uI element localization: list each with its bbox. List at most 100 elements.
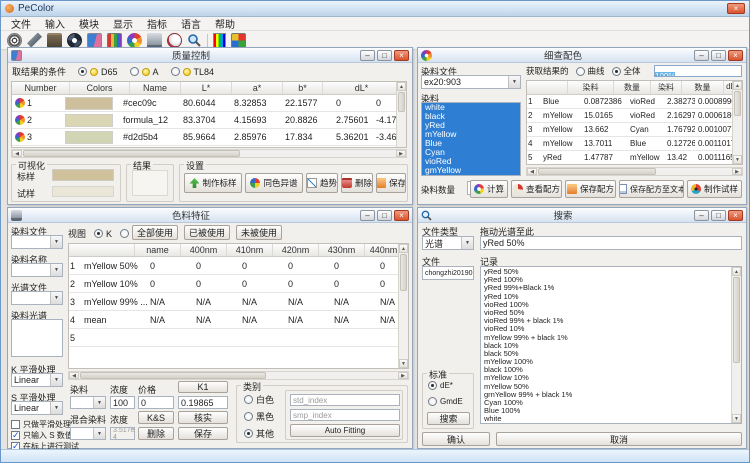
dye-file-select[interactable]: ▼: [11, 235, 63, 249]
menu-item[interactable]: 输入: [38, 16, 72, 31]
confirm-button[interactable]: 确认: [422, 432, 490, 446]
menu-item[interactable]: 显示: [106, 16, 140, 31]
column-header[interactable]: [527, 81, 568, 94]
other-radio[interactable]: 其他: [244, 427, 274, 440]
verify-button[interactable]: 核实: [178, 411, 228, 424]
calculate-button[interactable]: 计算: [470, 180, 508, 198]
column-header[interactable]: Number: [12, 82, 70, 94]
close-button[interactable]: ×: [727, 3, 745, 14]
colorant-table-row[interactable]: 2mYellow 10%00 0000: [69, 275, 408, 293]
stamp-icon[interactable]: [147, 33, 162, 48]
illuminant-a-radio[interactable]: A: [130, 67, 159, 77]
illuminant-d65-radio[interactable]: D65: [78, 67, 118, 77]
vertical-scrollbar[interactable]: ▲▼: [398, 244, 408, 368]
colorant-table-row[interactable]: 3mYellow 99% ...N/AN/A N/AN/AN/AN/A: [69, 293, 408, 311]
record-list-item[interactable]: black 10%: [481, 342, 741, 350]
maximize-icon[interactable]: □: [377, 50, 392, 61]
column-header[interactable]: name: [135, 244, 181, 256]
concentration-input[interactable]: 100: [110, 396, 135, 409]
menu-item[interactable]: 模块: [72, 16, 106, 31]
make-sample-button[interactable]: 制作试样: [687, 180, 742, 198]
column-header[interactable]: 430nm: [319, 244, 365, 256]
metamerism-button[interactable]: 同色异谱: [245, 173, 303, 193]
column-header[interactable]: L*: [181, 82, 232, 94]
column-header[interactable]: 410nm: [227, 244, 273, 256]
save-formula-text-button[interactable]: 保存配方至文本: [619, 180, 684, 198]
k-radio[interactable]: K: [94, 229, 112, 239]
colorant-table-row[interactable]: 5: [69, 329, 408, 347]
column-header[interactable]: a*: [232, 82, 283, 94]
match-table-row[interactable]: 3mYellow13.662 Cyan1.767920.00100772: [527, 123, 742, 137]
save-button[interactable]: 保存: [376, 173, 406, 193]
maximize-icon[interactable]: □: [377, 210, 392, 221]
colorant-table-row[interactable]: 1mYellow 50%00 0000: [69, 257, 408, 275]
column-header[interactable]: 420nm: [273, 244, 319, 256]
smp-index-input[interactable]: smp_index: [290, 409, 400, 421]
file-select[interactable]: chongzhi20190▼: [422, 266, 474, 280]
k1-value-input[interactable]: 0.19865: [178, 396, 228, 409]
s-only-checkbox[interactable]: 只输入 S 数值: [11, 430, 73, 441]
record-list-item[interactable]: yRed 99%+Black 1%: [481, 284, 741, 292]
match-table-row[interactable]: 5yRed1.47787 mYellow13.420.00111653: [527, 151, 742, 165]
match-table-row[interactable]: 1Blue0.0872386 vioRed2.382730.000899016: [527, 95, 742, 109]
search-icon[interactable]: [187, 33, 202, 48]
black-radio[interactable]: 黑色: [244, 410, 274, 423]
dye-select[interactable]: ▼: [70, 396, 106, 409]
cancel-button[interactable]: 取消: [496, 432, 742, 446]
view-formula-button[interactable]: 查看配方: [511, 180, 562, 198]
column-header[interactable]: Name: [130, 82, 181, 94]
vertical-scrollbar[interactable]: ▲: [396, 82, 406, 147]
ks-button[interactable]: K&S: [138, 411, 174, 424]
color-table-icon[interactable]: [107, 33, 122, 48]
spectrum-file-select[interactable]: ▼: [11, 291, 63, 305]
smooth-only-checkbox[interactable]: 只做平滑处理: [11, 419, 71, 430]
record-list-item[interactable]: mYellow 99% + black 1%: [481, 334, 741, 342]
vertical-scrollbar[interactable]: ▲▼: [731, 267, 741, 423]
dye-name-select[interactable]: ▼: [11, 263, 63, 277]
illuminant-tl84-radio[interactable]: TL84: [171, 67, 215, 77]
use-all-button[interactable]: 全部使用: [132, 225, 178, 240]
curve-radio[interactable]: 曲线: [576, 65, 605, 77]
target-icon[interactable]: [7, 33, 22, 48]
record-list-item[interactable]: Cyan 100%: [481, 399, 741, 407]
delete-button[interactable]: 删除: [138, 427, 174, 440]
trend-button[interactable]: 趋势: [306, 173, 338, 193]
unused-button[interactable]: 未被使用: [236, 225, 282, 240]
folder-icon[interactable]: [47, 33, 62, 48]
gauge-icon[interactable]: [167, 33, 182, 48]
save-button[interactable]: 保存: [178, 427, 228, 440]
mixed-dye-select[interactable]: ▼: [70, 427, 106, 440]
menu-item[interactable]: 帮助: [208, 16, 242, 31]
mix-concentration-input[interactable]: 3.517e-4: [110, 427, 135, 440]
save-formula-button[interactable]: 保存配方: [565, 180, 616, 198]
k-smooth-select[interactable]: Linear▼: [11, 373, 63, 387]
match-table-row[interactable]: 4mYellow13.7011 Blue0.1272650.00110172: [527, 137, 742, 151]
make-standard-button[interactable]: 制作标样: [184, 173, 242, 193]
menu-item[interactable]: 指标: [140, 16, 174, 31]
menu-item[interactable]: 文件: [4, 16, 38, 31]
colorant-table-row[interactable]: 4meanN/AN/A N/AN/AN/AN/A: [69, 311, 408, 329]
maximize-icon[interactable]: □: [711, 50, 726, 61]
column-header[interactable]: Colors: [70, 82, 130, 94]
record-list-item[interactable]: Blue 100%: [481, 407, 741, 415]
price-input[interactable]: 0: [138, 396, 174, 409]
k1-button[interactable]: K1: [178, 381, 228, 393]
file-type-select[interactable]: 光谱▼: [422, 236, 474, 250]
spectrum-icon[interactable]: [213, 33, 226, 48]
column-header[interactable]: 染料: [568, 81, 614, 94]
palette-icon[interactable]: [127, 33, 142, 48]
vertical-scrollbar[interactable]: ▲▼: [732, 81, 742, 164]
record-list-item[interactable]: white: [481, 415, 741, 423]
column-header[interactable]: 数量: [682, 81, 724, 94]
delete-button[interactable]: 删除: [341, 173, 373, 193]
match-table-row[interactable]: 2mYellow15.0165 vioRed2.162970.000618694: [527, 109, 742, 123]
std-index-input[interactable]: std_index: [290, 394, 400, 406]
qc-table-row[interactable]: 2 formula_12 83.3704 4.15693 20.8826 2.7…: [12, 112, 406, 129]
minimize-icon[interactable]: –: [360, 210, 375, 221]
close-icon[interactable]: ×: [394, 210, 409, 221]
qc-table-row[interactable]: 3 #d2d5b4 85.9664 2.85976 17.834 5.36201…: [12, 129, 406, 146]
qc-table-row[interactable]: 1 #cec09c 80.6044 8.32853 22.1577 0 0: [12, 95, 406, 112]
maximize-icon[interactable]: □: [711, 210, 726, 221]
menu-item[interactable]: 语言: [174, 16, 208, 31]
minimize-icon[interactable]: –: [694, 50, 709, 61]
